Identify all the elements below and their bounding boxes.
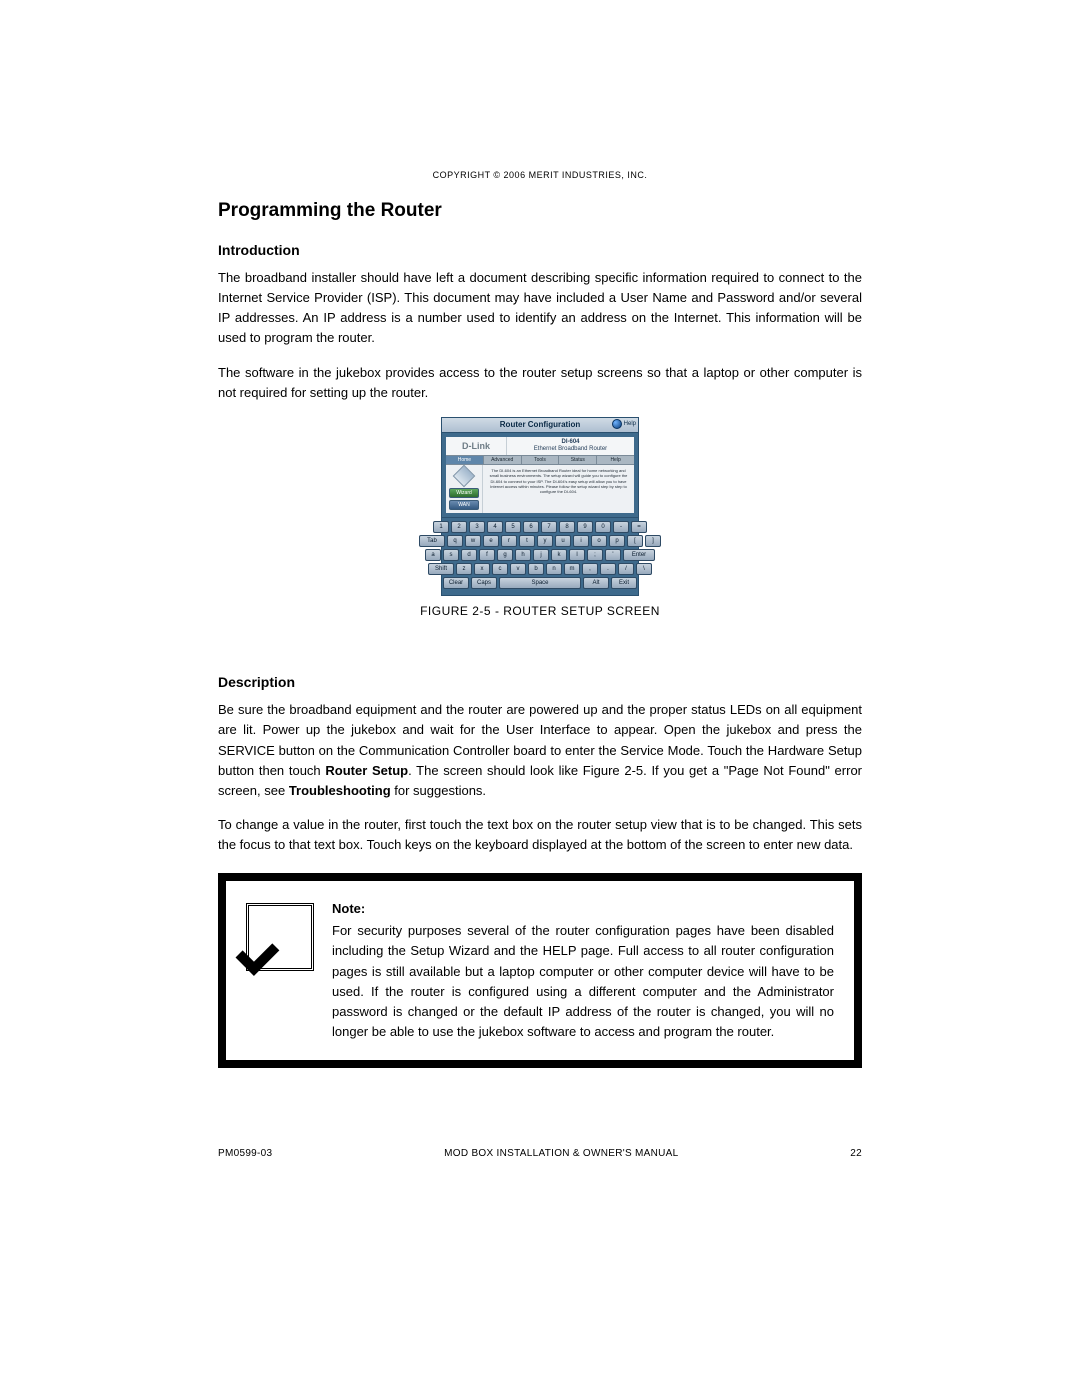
key-v[interactable]: v xyxy=(510,563,526,575)
figure-caption: FIGURE 2-5 - ROUTER SETUP SCREEN xyxy=(218,604,862,618)
key-9[interactable]: 9 xyxy=(577,521,593,533)
key-rbracket[interactable]: ] xyxy=(645,535,661,547)
key-g[interactable]: g xyxy=(497,549,513,561)
key-s[interactable]: s xyxy=(443,549,459,561)
key-x[interactable]: x xyxy=(474,563,490,575)
figure-model: DI-604 xyxy=(507,439,634,446)
figure-tab-home[interactable]: Home xyxy=(446,456,484,464)
key-j[interactable]: j xyxy=(533,549,549,561)
key-comma[interactable]: , xyxy=(582,563,598,575)
intro-paragraph-1: The broadband installer should have left… xyxy=(218,268,862,349)
key-f[interactable]: f xyxy=(479,549,495,561)
figure-side-wizard-button[interactable]: Wizard xyxy=(449,488,479,498)
key-6[interactable]: 6 xyxy=(523,521,539,533)
key-clear[interactable]: Clear xyxy=(443,577,469,589)
key-caps[interactable]: Caps xyxy=(471,577,497,589)
note-text: Note: For security purposes several of t… xyxy=(332,899,834,1042)
figure-brand-logo: D-Link xyxy=(446,437,507,455)
figure-tab-status[interactable]: Status xyxy=(559,456,597,464)
desc-p1-text-c: for suggestions. xyxy=(391,783,486,798)
figure-model-subtitle: Ethernet Broadband Router xyxy=(507,446,634,453)
key-8[interactable]: 8 xyxy=(559,521,575,533)
key-alt[interactable]: Alt xyxy=(583,577,609,589)
copyright-line: COPYRIGHT © 2006 MERIT INDUSTRIES, INC. xyxy=(0,170,1080,180)
footer-manual-title: MOD BOX INSTALLATION & OWNER'S MANUAL xyxy=(444,1148,678,1159)
key-k[interactable]: k xyxy=(551,549,567,561)
key-u[interactable]: u xyxy=(555,535,571,547)
router-config-screenshot: Router Configuration Help D-Link DI-604 … xyxy=(441,417,639,596)
page-footer: PM0599-03 MOD BOX INSTALLATION & OWNER'S… xyxy=(218,1148,862,1159)
key-w[interactable]: w xyxy=(465,535,481,547)
key-tab[interactable]: Tab xyxy=(419,535,445,547)
figure-side-icon xyxy=(453,465,476,488)
note-callout: Note: For security purposes several of t… xyxy=(218,873,862,1068)
key-7[interactable]: 7 xyxy=(541,521,557,533)
key-3[interactable]: 3 xyxy=(469,521,485,533)
description-paragraph-2: To change a value in the router, first t… xyxy=(218,815,862,855)
key-dash[interactable]: - xyxy=(613,521,629,533)
key-equals[interactable]: = xyxy=(631,521,647,533)
key-d[interactable]: d xyxy=(461,549,477,561)
key-2[interactable]: 2 xyxy=(451,521,467,533)
figure-onscreen-keyboard: 1 2 3 4 5 6 7 8 9 0 - = Tab q w xyxy=(442,517,638,595)
key-space[interactable]: Space xyxy=(499,577,581,589)
key-o[interactable]: o xyxy=(591,535,607,547)
note-body: For security purposes several of the rou… xyxy=(332,923,834,1039)
key-h[interactable]: h xyxy=(515,549,531,561)
figure-help-button[interactable]: Help xyxy=(612,419,636,429)
key-shift[interactable]: Shift xyxy=(428,563,454,575)
key-c[interactable]: c xyxy=(492,563,508,575)
introduction-heading: Introduction xyxy=(218,242,862,258)
key-y[interactable]: y xyxy=(537,535,553,547)
footer-doc-number: PM0599-03 xyxy=(218,1148,272,1159)
key-p[interactable]: p xyxy=(609,535,625,547)
key-q[interactable]: q xyxy=(447,535,463,547)
key-exit[interactable]: Exit xyxy=(611,577,637,589)
key-1[interactable]: 1 xyxy=(433,521,449,533)
key-lbracket[interactable]: [ xyxy=(627,535,643,547)
key-backslash[interactable]: \ xyxy=(636,563,652,575)
desc-p1-bold-router-setup: Router Setup xyxy=(325,763,408,778)
key-period[interactable]: . xyxy=(600,563,616,575)
checkmark-icon xyxy=(246,903,314,971)
key-5[interactable]: 5 xyxy=(505,521,521,533)
note-label: Note: xyxy=(332,899,834,919)
key-r[interactable]: r xyxy=(501,535,517,547)
key-enter[interactable]: Enter xyxy=(623,549,655,561)
key-e[interactable]: e xyxy=(483,535,499,547)
key-z[interactable]: z xyxy=(456,563,472,575)
figure-tab-tools[interactable]: Tools xyxy=(522,456,560,464)
key-a[interactable]: a xyxy=(425,549,441,561)
manual-page: COPYRIGHT © 2006 MERIT INDUSTRIES, INC. … xyxy=(0,0,1080,1397)
intro-paragraph-2: The software in the jukebox provides acc… xyxy=(218,363,862,403)
desc-p1-bold-troubleshooting: Troubleshooting xyxy=(289,783,391,798)
figure-window-title: Router Configuration Help xyxy=(442,418,638,433)
key-t[interactable]: t xyxy=(519,535,535,547)
figure-tab-bar: Home Advanced Tools Status Help xyxy=(446,456,634,465)
help-icon xyxy=(612,419,622,429)
key-b[interactable]: b xyxy=(528,563,544,575)
key-4[interactable]: 4 xyxy=(487,521,503,533)
key-slash[interactable]: / xyxy=(618,563,634,575)
description-heading: Description xyxy=(218,674,862,690)
key-n[interactable]: n xyxy=(546,563,562,575)
figure-title-text: Router Configuration xyxy=(500,420,580,429)
figure-tab-advanced[interactable]: Advanced xyxy=(484,456,522,464)
figure-help-label: Help xyxy=(624,421,636,427)
figure-content-text: The DI-604 is an Ethernet Broadband Rout… xyxy=(483,465,634,513)
figure-tab-help[interactable]: Help xyxy=(597,456,634,464)
key-0[interactable]: 0 xyxy=(595,521,611,533)
key-apostrophe[interactable]: ' xyxy=(605,549,621,561)
footer-page-number: 22 xyxy=(850,1148,862,1159)
description-paragraph-1: Be sure the broadband equipment and the … xyxy=(218,700,862,801)
key-semicolon[interactable]: ; xyxy=(587,549,603,561)
key-l[interactable]: l xyxy=(569,549,585,561)
key-m[interactable]: m xyxy=(564,563,580,575)
figure-router-setup: Router Configuration Help D-Link DI-604 … xyxy=(218,417,862,618)
page-title: Programming the Router xyxy=(218,200,862,222)
key-i[interactable]: i xyxy=(573,535,589,547)
figure-side-wan-button[interactable]: WAN xyxy=(449,500,479,510)
